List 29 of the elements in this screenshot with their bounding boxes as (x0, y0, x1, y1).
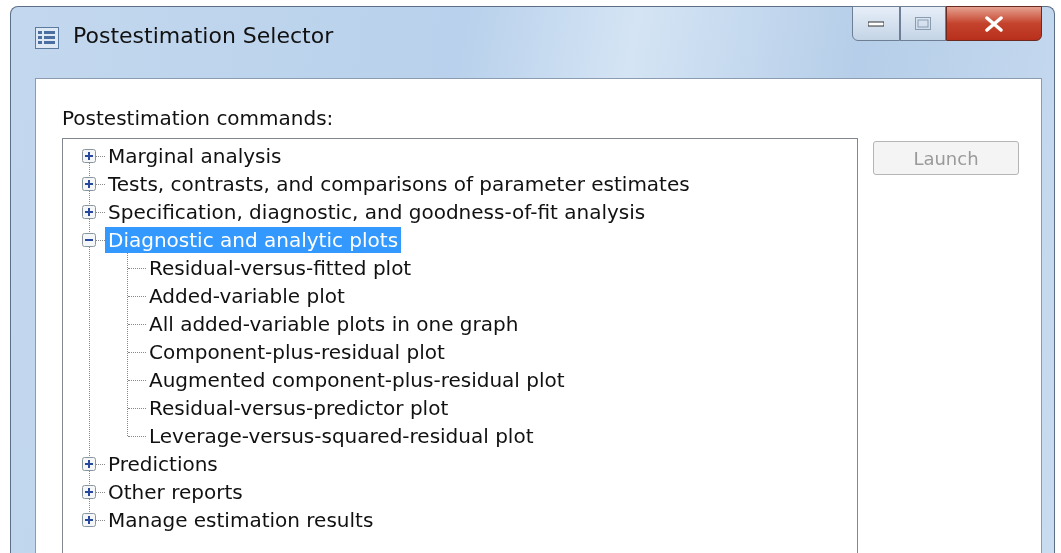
tree-item[interactable]: Augmented component-plus-residual plot (146, 367, 568, 393)
tree-item[interactable]: Other reports (105, 479, 246, 505)
tree-item[interactable]: Tests, contrasts, and comparisons of parameter estimates (105, 171, 693, 197)
window-icon (35, 27, 59, 49)
tree-item[interactable]: Component-plus-residual plot (146, 339, 448, 365)
tree-item[interactable]: Specification, diagnostic, and goodness-of-fit analysis (105, 199, 649, 225)
close-icon (984, 15, 1004, 32)
tree-item[interactable]: Marginal analysis (105, 143, 285, 169)
maximize-icon (915, 17, 931, 30)
window-title: Postestimation Selector (73, 23, 334, 48)
close-button[interactable] (946, 6, 1042, 41)
minimize-icon (868, 20, 884, 27)
expand-icon[interactable] (82, 149, 96, 163)
tree-item[interactable]: Added-variable plot (146, 283, 348, 309)
expand-icon[interactable] (82, 205, 96, 219)
tree-item[interactable]: Leverage-versus-squared-residual plot (146, 423, 537, 449)
expand-icon[interactable] (82, 457, 96, 471)
maximize-button[interactable] (900, 6, 946, 41)
tree-item[interactable]: Residual-versus-predictor plot (146, 395, 452, 421)
tree-item[interactable]: All added-variable plots in one graph (146, 311, 522, 337)
tree-item[interactable]: Residual-versus-fitted plot (146, 255, 415, 281)
expand-icon[interactable] (82, 513, 96, 527)
collapse-icon[interactable] (82, 233, 96, 247)
minimize-button[interactable] (852, 6, 900, 41)
expand-icon[interactable] (82, 177, 96, 191)
tree-item[interactable]: Manage estimation results (105, 507, 377, 533)
tree-item[interactable]: Predictions (105, 451, 221, 477)
expand-icon[interactable] (82, 485, 96, 499)
tree-label: Postestimation commands: (62, 106, 335, 130)
